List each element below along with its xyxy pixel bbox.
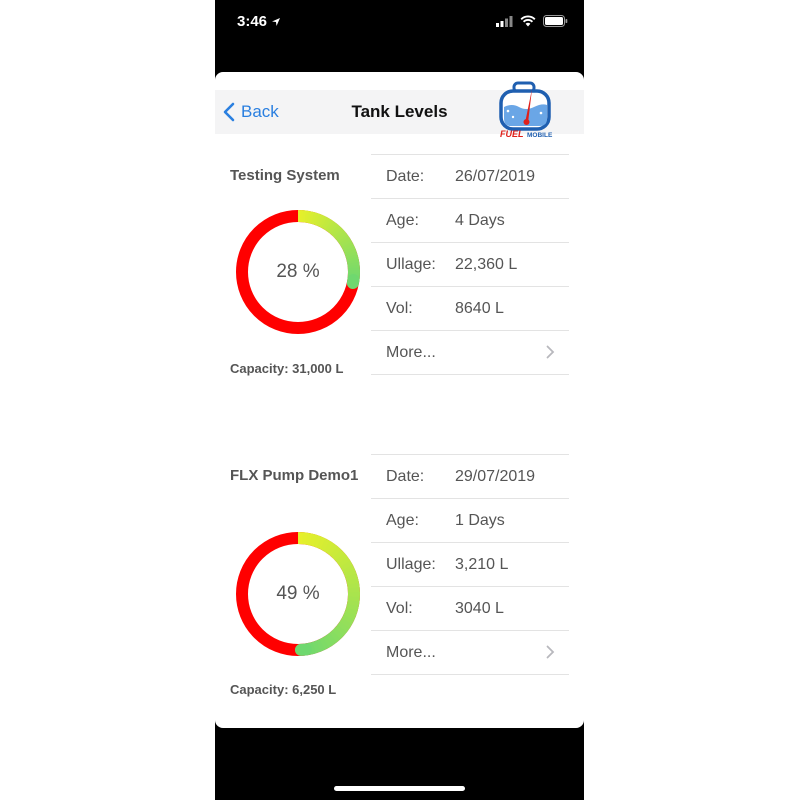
info-label: Ullage: [386,555,436,573]
phone-screen: 3:46 Back Tank Levels FUEL MOBILE Testin… [215,0,584,800]
info-row-volume: Vol: 3040 L [371,587,569,631]
tank-capacity: Capacity: 31,000 L [230,361,344,376]
info-row-volume: Vol: 8640 L [371,287,569,331]
more-label: More... [386,643,436,661]
tank-level-gauge: 49 % [235,531,361,657]
info-value: 29/07/2019 [455,467,536,485]
home-indicator [334,786,465,791]
info-row-ullage: Ullage: 22,360 L [371,243,569,287]
info-row-ullage: Ullage: 3,210 L [371,543,569,587]
info-label: Date: [386,467,425,485]
more-label: More... [386,343,436,361]
info-label: Age: [386,211,419,229]
info-value: 4 Days [455,211,505,229]
info-row-date: Date: 26/07/2019 [371,155,569,199]
fuel-mobile-logo: FUEL MOBILE [499,81,553,139]
tank-name: Testing System [230,167,340,184]
info-value: 26/07/2019 [455,167,536,185]
info-label: Vol: [386,599,413,617]
tank-capacity: Capacity: 6,250 L [230,682,337,697]
tank-level-gauge: 28 % [235,209,361,335]
info-row-age: Age: 4 Days [371,199,569,243]
tank-info-table: Date: 26/07/2019 Age: 4 Days Ullage: 22,… [371,154,569,375]
info-value: 3,210 L [455,555,509,573]
tank-info-table: Date: 29/07/2019 Age: 1 Days Ullage: 3,2… [371,454,569,675]
status-icons [496,15,568,27]
signal-icon [496,15,513,27]
location-arrow-icon [272,17,281,26]
info-label: Age: [386,511,419,529]
info-value: 22,360 L [455,255,518,273]
logo-mobile-text: MOBILE [527,132,553,139]
modal-sheet: Back Tank Levels FUEL MOBILE Testing Sys… [215,72,584,728]
info-row-date: Date: 29/07/2019 [371,455,569,499]
more-button[interactable]: More... [371,331,569,375]
wifi-icon [520,15,536,27]
chevron-right-icon [546,645,555,659]
tank-name: FLX Pump Demo1 [230,467,359,484]
info-value: 1 Days [455,511,505,529]
clock-text: 3:46 [237,13,268,30]
gauge-percent: 28 % [276,261,320,282]
gauge-percent: 49 % [276,583,320,604]
info-value: 8640 L [455,299,504,317]
info-value: 3040 L [455,599,504,617]
logo-fuel-text: FUEL [500,129,524,139]
battery-icon [543,15,568,27]
info-label: Date: [386,167,425,185]
status-bar: 3:46 [215,0,584,46]
info-label: Ullage: [386,255,436,273]
chevron-right-icon [546,345,555,359]
status-time: 3:46 [237,13,281,30]
info-label: Vol: [386,299,413,317]
more-button[interactable]: More... [371,631,569,675]
info-row-age: Age: 1 Days [371,499,569,543]
